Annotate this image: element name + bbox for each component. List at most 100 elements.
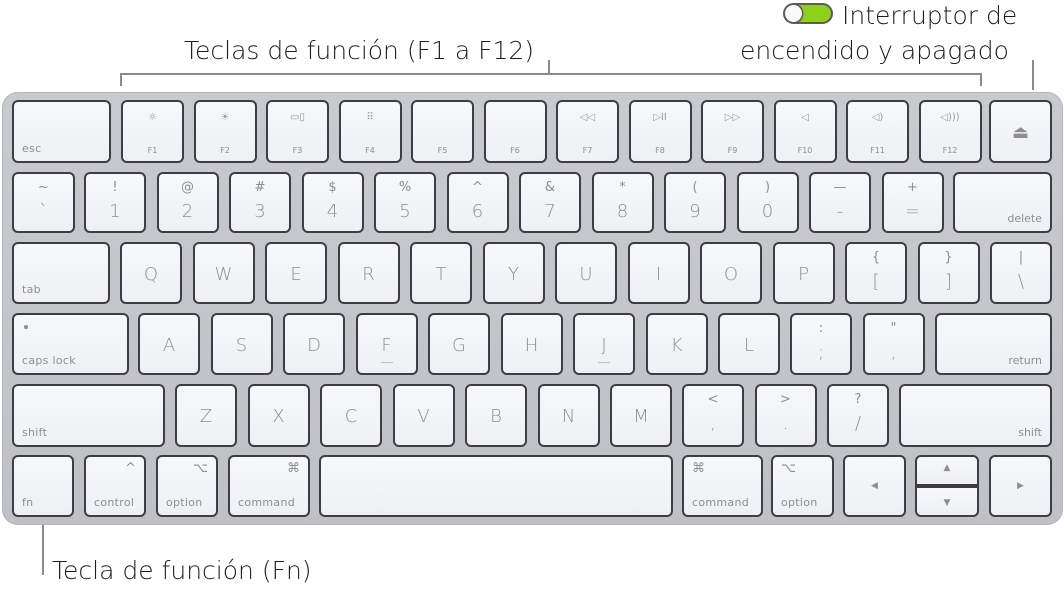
number-key[interactable]: ^ 6 (446, 172, 509, 233)
letter-key-w[interactable]: W (192, 242, 255, 304)
fast-forward-icon: ▷▷ (724, 112, 741, 123)
return-key[interactable]: return (935, 313, 1052, 375)
shift-symbol: $ (328, 180, 337, 195)
esc-label: esc (22, 142, 42, 155)
base-symbol: ] (944, 271, 953, 292)
letter-key-b[interactable]: B (465, 384, 527, 447)
punctuation-key[interactable]: ", (862, 313, 925, 375)
f3-key[interactable]: F3 ▭▯ (266, 100, 329, 163)
letter-key-p[interactable]: P (772, 242, 835, 304)
letter-key-h[interactable]: H (500, 313, 563, 375)
esc-key[interactable]: esc (12, 100, 111, 163)
bracket-key[interactable]: | \ (990, 242, 1052, 304)
left-control-key[interactable]: control ^ (84, 455, 146, 517)
volume-down-icon: ◁) (871, 112, 884, 123)
arrow-up-key[interactable]: ▲ (915, 455, 979, 486)
left-option-key[interactable]: option ⌥ (156, 455, 218, 517)
shift-symbol: } (944, 250, 953, 265)
arrow-down-key[interactable]: ▼ (915, 486, 979, 517)
eject-key[interactable]: ⏏ (989, 100, 1052, 163)
letter-key-x[interactable]: X (247, 384, 310, 447)
option-label: option (781, 496, 818, 509)
letter-key-f[interactable]: F (355, 313, 418, 375)
bracket-key[interactable]: {[ (845, 242, 907, 304)
number-key[interactable]: #3 (229, 172, 291, 233)
f6-key[interactable]: F6 (483, 100, 547, 163)
number-key[interactable]: @2 (156, 172, 219, 233)
fn-key[interactable]: fn (12, 455, 74, 517)
punctuation-key[interactable]: ? / (827, 384, 889, 447)
letter-key-o[interactable]: O (700, 242, 762, 304)
number-key[interactable]: & 7 (519, 172, 581, 233)
number-key[interactable]: (9 (664, 172, 726, 233)
number-key[interactable]: % 5 (374, 172, 436, 233)
letter-key-a[interactable]: A (138, 313, 200, 375)
number-key[interactable]: + = (881, 172, 944, 233)
f2-key[interactable]: F2 ☀ (193, 100, 257, 163)
arrow-left-icon: ◀ (871, 481, 878, 491)
letter-key-c[interactable]: C (320, 384, 382, 447)
f1-key[interactable]: F1 ☼ (121, 100, 184, 163)
shift-symbol: < (707, 392, 719, 407)
letter-label: C (344, 406, 358, 427)
letter-key-e[interactable]: E (265, 242, 327, 304)
letter-key-z[interactable]: Z (175, 384, 237, 447)
letter-key-j[interactable]: J (573, 313, 635, 375)
number-key[interactable]: ! 1 (84, 172, 146, 233)
f10-key[interactable]: F10 ◁ (773, 100, 837, 163)
letter-label: K (670, 335, 683, 356)
f8-key[interactable]: F8 ▷II (628, 100, 692, 163)
number-key[interactable]: * 8 (591, 172, 654, 233)
shift-symbol: ? (854, 392, 862, 407)
number-key[interactable]: ) 0 (736, 172, 799, 233)
tab-label: tab (22, 283, 41, 296)
f11-key[interactable]: F11 ◁) (846, 100, 909, 163)
space-bar[interactable] (319, 455, 673, 517)
delete-key[interactable]: delete (953, 172, 1052, 233)
shift-symbol: @ (181, 180, 194, 195)
letter-key-t[interactable]: T (410, 242, 472, 304)
letter-key-n[interactable]: N (537, 384, 600, 447)
f9-key[interactable]: F9 ▷▷ (701, 100, 764, 163)
letter-key-y[interactable]: Y (482, 242, 545, 304)
letter-key-r[interactable]: R (337, 242, 400, 304)
punctuation-key[interactable]: >. (754, 384, 817, 447)
right-option-key[interactable]: option ⌥ (771, 455, 834, 517)
right-shift-key[interactable]: shift (899, 384, 1052, 447)
f12-key[interactable]: F12 ◁))) (918, 100, 982, 163)
punctuation-key[interactable]: :; (790, 313, 852, 375)
left-command-key[interactable]: command ⌘ (228, 455, 310, 517)
f4-key[interactable]: F4 ⠿ (338, 100, 402, 163)
punctuation-key[interactable]: <, (682, 384, 744, 447)
letter-key-i[interactable]: I (627, 242, 690, 304)
base-symbol: ` (39, 201, 48, 222)
letter-key-q[interactable]: Q (120, 242, 182, 304)
tab-key[interactable]: tab (12, 242, 110, 304)
letter-key-d[interactable]: D (283, 313, 345, 375)
letter-key-u[interactable]: U (555, 242, 617, 304)
f5-key[interactable]: F5 (411, 100, 474, 163)
number-key[interactable]: ~ ` (12, 172, 75, 233)
f7-label: F7 (582, 146, 593, 155)
f4-label: F4 (365, 146, 375, 155)
base-symbol: [ (872, 271, 880, 292)
letter-key-m[interactable]: M (610, 384, 672, 447)
number-key[interactable]: $4 (301, 172, 364, 233)
left-shift-key[interactable]: shift (12, 384, 165, 447)
number-key[interactable]: — - (809, 172, 871, 233)
command-icon: ⌘ (692, 461, 705, 476)
arrow-right-key[interactable]: ▶ (989, 455, 1052, 517)
caps-lock-key[interactable]: caps lock (12, 313, 129, 375)
bracket-key[interactable]: }] (917, 242, 980, 304)
right-command-key[interactable]: command ⌘ (682, 455, 763, 517)
brightness-down-icon: ☼ (148, 112, 157, 123)
arrow-left-key[interactable]: ◀ (843, 455, 906, 517)
letter-key-k[interactable]: K (645, 313, 708, 375)
letter-label: I (655, 264, 662, 285)
f7-key[interactable]: F7 ◁◁ (556, 100, 619, 163)
letter-key-g[interactable]: G (428, 313, 490, 375)
letter-key-l[interactable]: L (718, 313, 780, 375)
letter-key-v[interactable]: V (392, 384, 455, 447)
letter-key-s[interactable]: S (210, 313, 273, 375)
f10-label: F10 (797, 146, 813, 155)
